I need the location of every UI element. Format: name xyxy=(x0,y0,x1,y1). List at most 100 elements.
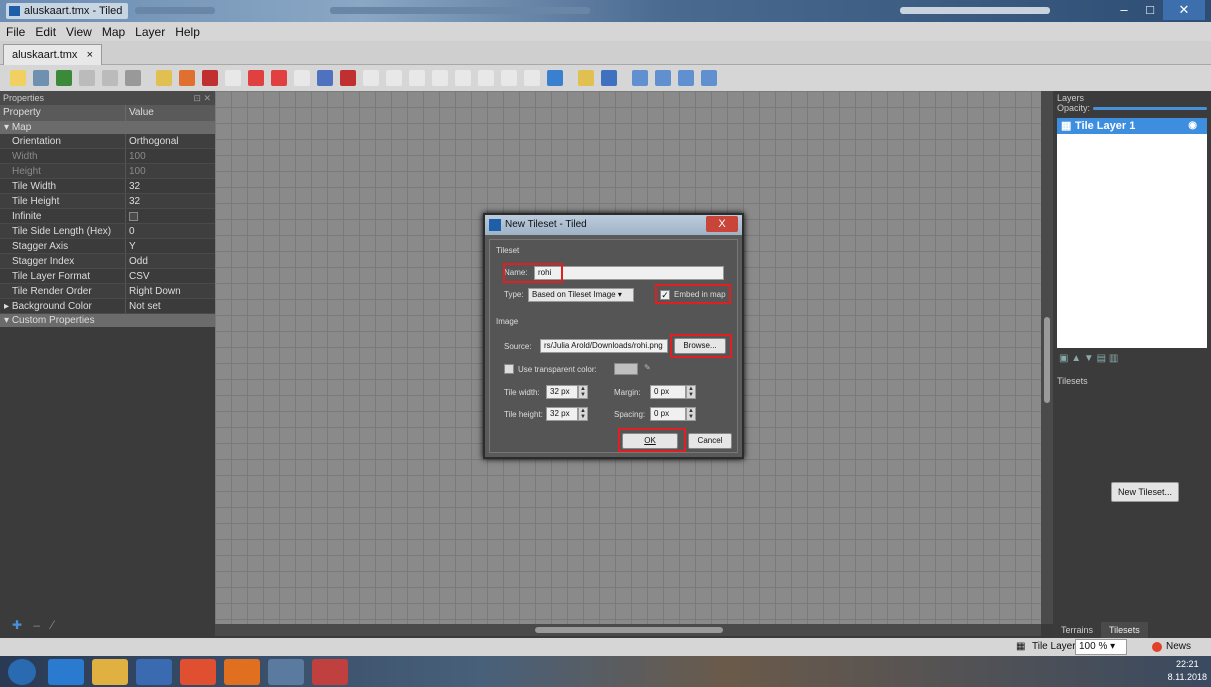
property-row[interactable]: Tile Render Order Right Down xyxy=(0,284,215,299)
news-button[interactable]: News xyxy=(1150,639,1191,655)
type-select[interactable]: Based on Tileset Image ▾ xyxy=(528,288,634,302)
redo-icon[interactable] xyxy=(102,70,118,86)
minimize-button[interactable]: – xyxy=(1111,0,1137,20)
property-row[interactable]: Stagger Index Odd xyxy=(0,254,215,269)
transparent-checkbox[interactable] xyxy=(504,364,514,374)
insert-polyline-icon[interactable] xyxy=(478,70,494,86)
document-tab[interactable]: aluskaart.tmx × xyxy=(3,44,103,65)
property-value[interactable]: Right Down xyxy=(126,284,181,298)
property-value[interactable]: Odd xyxy=(126,254,148,268)
opacity-slider[interactable] xyxy=(1093,107,1207,110)
tile-height-spinner[interactable]: ▲ ▼ xyxy=(578,407,588,421)
firefox-icon[interactable] xyxy=(224,659,260,685)
property-value[interactable]: 0 xyxy=(126,224,135,238)
vertical-scrollbar[interactable] xyxy=(1041,91,1053,624)
menu-help[interactable]: Help xyxy=(175,25,200,39)
property-row[interactable]: Tile Side Length (Hex) 0 xyxy=(0,224,215,239)
property-row[interactable]: ▸ Background Color Not set xyxy=(0,299,215,314)
spacing-input[interactable]: 0 px xyxy=(650,407,686,421)
tiled-taskbar-icon[interactable] xyxy=(268,659,304,685)
tab-tilesets[interactable]: Tilesets xyxy=(1101,622,1148,638)
flip-horizontal-icon[interactable] xyxy=(632,70,648,86)
rotate-left-icon[interactable] xyxy=(678,70,694,86)
color-swatch[interactable] xyxy=(614,363,638,375)
insert-ellipse-icon[interactable] xyxy=(432,70,448,86)
add-layer-icon[interactable]: ▣ xyxy=(1059,353,1068,364)
save-icon[interactable] xyxy=(56,70,72,86)
rotate-right-icon[interactable] xyxy=(701,70,717,86)
system-clock[interactable]: 22:21 8.11.2018 xyxy=(1168,658,1207,684)
scrollbar-thumb[interactable] xyxy=(1044,317,1050,403)
ie-icon[interactable] xyxy=(48,659,84,685)
command-icon[interactable] xyxy=(125,70,141,86)
move-up-icon[interactable]: ▲ xyxy=(1071,353,1081,364)
property-value[interactable]: Not set xyxy=(126,299,161,313)
maximize-button[interactable]: □ xyxy=(1137,0,1163,20)
eraser-icon[interactable] xyxy=(248,70,264,86)
new-map-icon[interactable] xyxy=(10,70,26,86)
insert-text-icon[interactable] xyxy=(524,70,540,86)
rename-property-icon[interactable]: ⁄ xyxy=(51,618,53,632)
paint-icon[interactable] xyxy=(312,659,348,685)
property-value[interactable]: 32 xyxy=(126,179,140,193)
insert-polygon-icon[interactable] xyxy=(455,70,471,86)
eyedropper-icon[interactable]: ✎ xyxy=(644,363,651,372)
start-icon[interactable] xyxy=(8,659,36,685)
undo-icon[interactable] xyxy=(79,70,95,86)
tile-height-input[interactable]: 32 px xyxy=(546,407,578,421)
scrollbar-thumb[interactable] xyxy=(535,627,723,633)
zoom-select[interactable]: 100 % ▾ xyxy=(1075,639,1127,655)
column-property[interactable]: Property xyxy=(0,105,126,121)
property-row[interactable]: Tile Width 32 xyxy=(0,179,215,194)
chrome-icon[interactable] xyxy=(180,659,216,685)
property-value[interactable]: Y xyxy=(126,239,136,253)
property-value[interactable]: CSV xyxy=(126,269,150,283)
tile-width-spinner[interactable]: ▲ ▼ xyxy=(578,385,588,399)
close-tab-icon[interactable]: × xyxy=(87,49,93,61)
tab-terrains[interactable]: Terrains xyxy=(1053,622,1101,638)
rect-select-icon[interactable] xyxy=(271,70,287,86)
open-icon[interactable] xyxy=(33,70,49,86)
tile-width-input[interactable]: 32 px xyxy=(546,385,578,399)
duplicate-icon[interactable]: ▤ xyxy=(1097,353,1106,364)
explorer-icon[interactable] xyxy=(92,659,128,685)
remove-property-icon[interactable]: – xyxy=(33,618,40,632)
property-value[interactable]: 32 xyxy=(126,194,140,208)
insert-tile-icon[interactable] xyxy=(501,70,517,86)
property-row[interactable]: Stagger Axis Y xyxy=(0,239,215,254)
source-input[interactable]: rs/Julia Arold/Downloads/rohi.png xyxy=(540,339,668,353)
property-row[interactable]: Tile Height 32 xyxy=(0,194,215,209)
select-same-tile-icon[interactable] xyxy=(317,70,333,86)
spacing-spinner[interactable]: ▲ ▼ xyxy=(686,407,696,421)
property-row[interactable]: Tile Layer Format CSV xyxy=(0,269,215,284)
menu-view[interactable]: View xyxy=(66,25,92,39)
column-value[interactable]: Value xyxy=(126,105,154,121)
object-select-icon[interactable] xyxy=(340,70,356,86)
insert-point-icon[interactable] xyxy=(409,70,425,86)
menu-map[interactable]: Map xyxy=(102,25,125,39)
new-tileset-button[interactable]: New Tileset... xyxy=(1111,482,1180,502)
wang-icon[interactable] xyxy=(601,70,617,86)
random-brush-icon[interactable] xyxy=(202,70,218,86)
terrain-brush-icon[interactable] xyxy=(179,70,195,86)
property-value[interactable] xyxy=(126,209,138,223)
group-custom-properties[interactable]: ▾ Custom Properties xyxy=(0,314,215,327)
property-value[interactable]: Orthogonal xyxy=(126,134,178,148)
margin-spinner[interactable]: ▲ ▼ xyxy=(686,385,696,399)
close-window-button[interactable]: ✕ xyxy=(1163,0,1205,20)
menu-file[interactable]: File xyxy=(6,25,25,39)
dialog-close-button[interactable]: X xyxy=(706,216,738,232)
margin-input[interactable]: 0 px xyxy=(650,385,686,399)
flip-vertical-icon[interactable] xyxy=(655,70,671,86)
magic-wand-icon[interactable] xyxy=(294,70,310,86)
insert-rect-icon[interactable] xyxy=(386,70,402,86)
move-down-icon[interactable]: ▼ xyxy=(1084,353,1094,364)
media-icon[interactable] xyxy=(136,659,172,685)
add-property-icon[interactable]: ✚ xyxy=(12,618,22,632)
menu-edit[interactable]: Edit xyxy=(35,25,56,39)
property-row[interactable]: Orientation Orthogonal xyxy=(0,134,215,149)
world-tool-icon[interactable] xyxy=(547,70,563,86)
stamp-brush-icon[interactable] xyxy=(156,70,172,86)
dock-icon[interactable]: ⊡ ✕ xyxy=(193,91,211,105)
infinite-checkbox[interactable] xyxy=(129,212,138,221)
